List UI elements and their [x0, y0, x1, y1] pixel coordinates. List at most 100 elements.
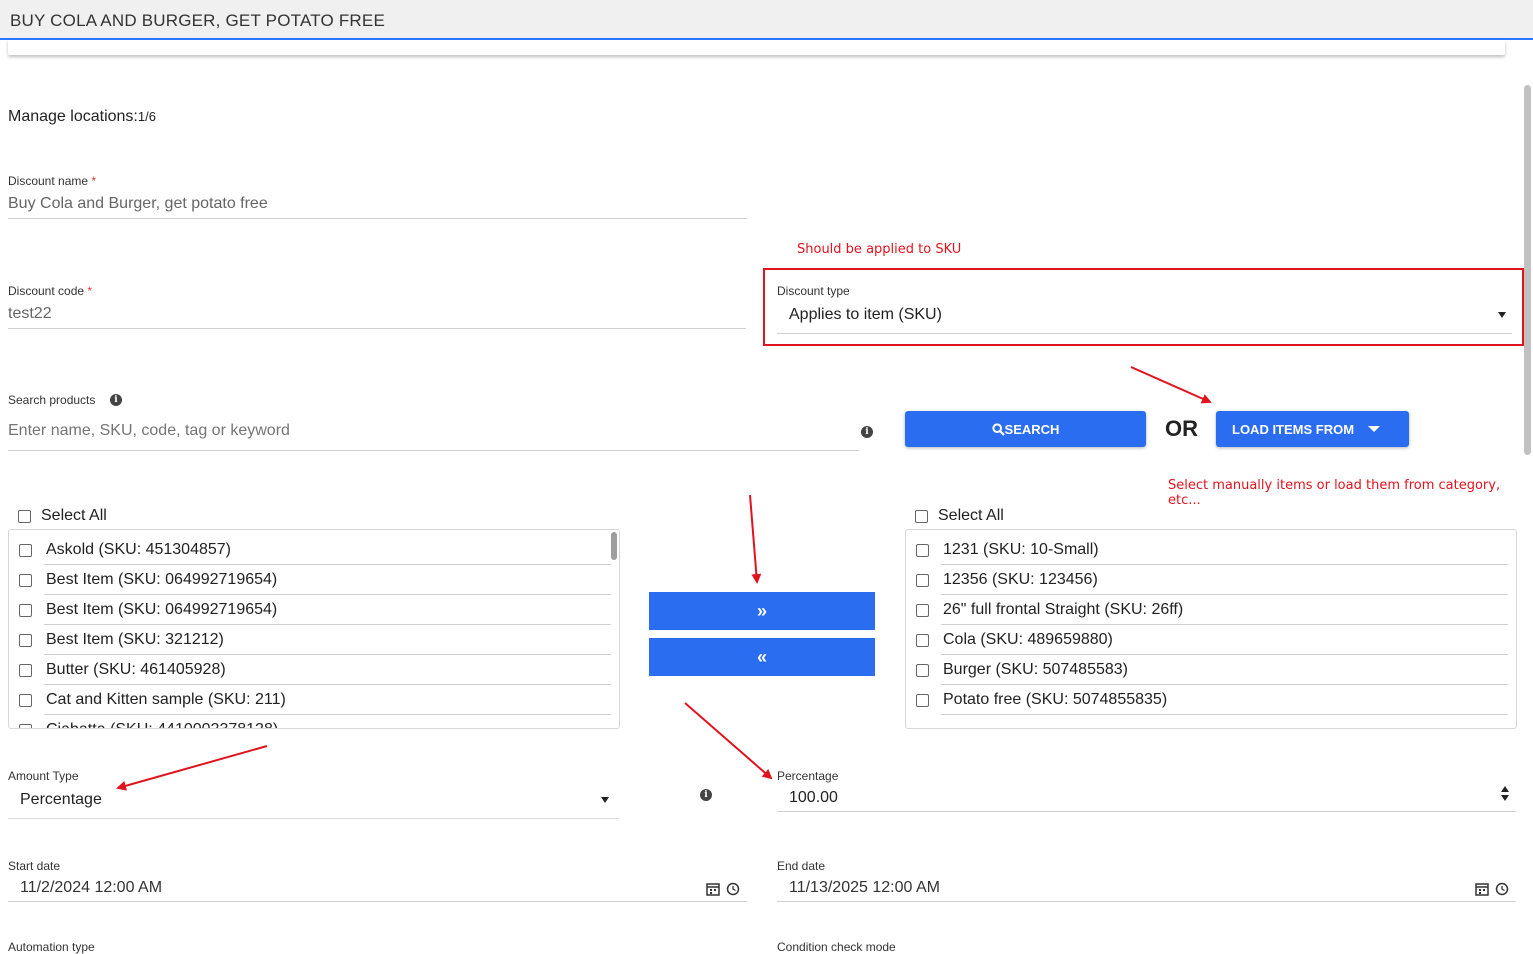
- end-date-input[interactable]: 11/13/2025 12:00 AM: [789, 879, 940, 897]
- discount-name-label: Discount name *: [8, 174, 96, 188]
- right-select-all[interactable]: Select All: [915, 507, 1004, 525]
- dropdown-arrow-icon: [1368, 426, 1381, 432]
- select-all-label: Select All: [938, 507, 1004, 524]
- list-item[interactable]: Askold (SKU: 451304857): [9, 535, 619, 565]
- number-spinner[interactable]: [1500, 785, 1510, 805]
- amount-type-select[interactable]: Percentage: [20, 791, 102, 809]
- item-label: Ciabatta (SKU: 4410002378128): [46, 721, 278, 728]
- available-items-list[interactable]: Askold (SKU: 451304857) Best Item (SKU: …: [8, 529, 620, 729]
- condition-check-mode-label: Condition check mode: [777, 940, 896, 954]
- chevron-down-icon[interactable]: [601, 797, 609, 803]
- discount-type-select[interactable]: Applies to item (SKU): [789, 306, 942, 324]
- item-checkbox[interactable]: [19, 723, 32, 728]
- search-button-label: SEARCH: [1004, 421, 1060, 437]
- item-checkbox[interactable]: [19, 633, 32, 647]
- list-item[interactable]: 26" full frontal Straight (SKU: 26ff): [906, 595, 1516, 625]
- item-checkbox[interactable]: [19, 663, 32, 677]
- percentage-label: Percentage: [777, 769, 839, 783]
- title-bar: BUY COLA AND BURGER, GET POTATO FREE: [0, 0, 1533, 40]
- arrow-to-amount-type: [116, 745, 268, 791]
- item-label: Best Item (SKU: 064992719654): [46, 601, 278, 618]
- list-scrollbar[interactable]: [611, 532, 617, 560]
- item-checkbox[interactable]: [916, 543, 929, 557]
- search-products-label: Search products: [8, 393, 96, 407]
- clock-icon[interactable]: [1495, 882, 1509, 896]
- arrow-to-move-button: [749, 494, 762, 584]
- start-date-label: Start date: [8, 859, 61, 873]
- load-items-label: LOAD ITEMS FROM: [1232, 421, 1355, 437]
- annotation-arrows: [116, 366, 1212, 791]
- item-checkbox[interactable]: [916, 663, 929, 677]
- manage-locations-count: 1/6: [137, 109, 156, 124]
- selected-items-list[interactable]: 1231 (SKU: 10-Small) 12356 (SKU: 123456)…: [905, 529, 1517, 729]
- item-checkbox[interactable]: [19, 573, 32, 587]
- discount-name-label-text: Discount name: [8, 174, 89, 188]
- clock-icon[interactable]: [726, 882, 740, 896]
- item-checkbox[interactable]: [916, 603, 929, 617]
- annotation-select-note: Select manually items or load them from …: [1168, 478, 1501, 508]
- discount-type-underline: [777, 333, 1512, 334]
- select-all-checkbox[interactable]: [915, 509, 928, 523]
- list-item[interactable]: Best Item (SKU: 064992719654): [9, 595, 619, 625]
- amount-type-underline: [8, 818, 619, 819]
- select-all-checkbox[interactable]: [18, 509, 31, 523]
- list-item[interactable]: Best Item (SKU: 064992719654): [9, 565, 619, 595]
- item-checkbox[interactable]: [19, 543, 32, 557]
- search-button[interactable]: SEARCH: [905, 411, 1146, 447]
- list-item[interactable]: Cola (SKU: 489659880): [906, 625, 1516, 655]
- item-label: Best Item (SKU: 064992719654): [46, 571, 278, 588]
- list-item[interactable]: Potato free (SKU: 5074855835): [906, 685, 1516, 715]
- item-label: 1231 (SKU: 10-Small): [943, 541, 1099, 558]
- spinner-up-icon[interactable]: [1501, 786, 1509, 792]
- list-item[interactable]: 1231 (SKU: 10-Small): [906, 535, 1516, 565]
- item-label: Cola (SKU: 489659880): [943, 631, 1113, 648]
- move-left-button[interactable]: «: [649, 638, 875, 676]
- manage-locations[interactable]: Manage locations:1/6: [8, 108, 156, 126]
- search-underline: [8, 450, 859, 451]
- item-label: Best Item (SKU: 321212): [46, 631, 224, 648]
- calendar-icon[interactable]: [1475, 882, 1489, 896]
- info-icon[interactable]: i: [110, 394, 122, 406]
- item-label: Butter (SKU: 461405928): [46, 661, 226, 678]
- page-title: BUY COLA AND BURGER, GET POTATO FREE: [10, 11, 385, 30]
- list-item[interactable]: Cat and Kitten sample (SKU: 211): [9, 685, 619, 715]
- automation-type-label: Automation type: [8, 940, 95, 954]
- calendar-icon[interactable]: [706, 882, 720, 896]
- item-checkbox[interactable]: [916, 633, 929, 647]
- discount-code-label-text: Discount code: [8, 284, 85, 298]
- item-label: 26" full frontal Straight (SKU: 26ff): [943, 601, 1184, 618]
- discount-code-input[interactable]: test22: [8, 305, 52, 323]
- spinner-down-icon[interactable]: [1501, 795, 1509, 801]
- discount-name-input[interactable]: Buy Cola and Burger, get potato free: [8, 195, 268, 213]
- item-label: 12356 (SKU: 123456): [943, 571, 1098, 588]
- load-items-from-button[interactable]: LOAD ITEMS FROM: [1216, 411, 1409, 447]
- search-icon: [991, 422, 1005, 436]
- page-scrollbar[interactable]: [1524, 85, 1531, 455]
- list-item[interactable]: Ciabatta (SKU: 4410002378128): [9, 715, 619, 728]
- search-input[interactable]: [8, 420, 858, 442]
- chevron-down-icon[interactable]: [1498, 312, 1506, 318]
- required-mark: *: [87, 284, 93, 298]
- item-checkbox[interactable]: [19, 603, 32, 617]
- end-date-label: End date: [777, 859, 826, 873]
- start-date-underline: [8, 901, 747, 902]
- list-item[interactable]: 12356 (SKU: 123456): [906, 565, 1516, 595]
- left-select-all[interactable]: Select All: [18, 507, 107, 525]
- arrow-to-percentage: [684, 702, 773, 780]
- info-icon[interactable]: i: [861, 426, 873, 438]
- collapsed-card: [8, 40, 1505, 55]
- item-checkbox[interactable]: [916, 573, 929, 587]
- arrow-to-load-items: [1130, 366, 1212, 404]
- list-item[interactable]: Butter (SKU: 461405928): [9, 655, 619, 685]
- list-item[interactable]: Burger (SKU: 507485583): [906, 655, 1516, 685]
- item-checkbox[interactable]: [19, 693, 32, 707]
- required-mark: *: [91, 174, 97, 188]
- start-date-input[interactable]: 11/2/2024 12:00 AM: [20, 879, 162, 897]
- item-label: Burger (SKU: 507485583): [943, 661, 1128, 678]
- annotation-sku-note: Should be applied to SKU: [797, 242, 962, 257]
- info-icon[interactable]: i: [700, 789, 712, 801]
- item-checkbox[interactable]: [916, 693, 929, 707]
- move-right-button[interactable]: »: [649, 592, 875, 630]
- list-item[interactable]: Best Item (SKU: 321212): [9, 625, 619, 655]
- percentage-input[interactable]: 100.00: [789, 789, 838, 807]
